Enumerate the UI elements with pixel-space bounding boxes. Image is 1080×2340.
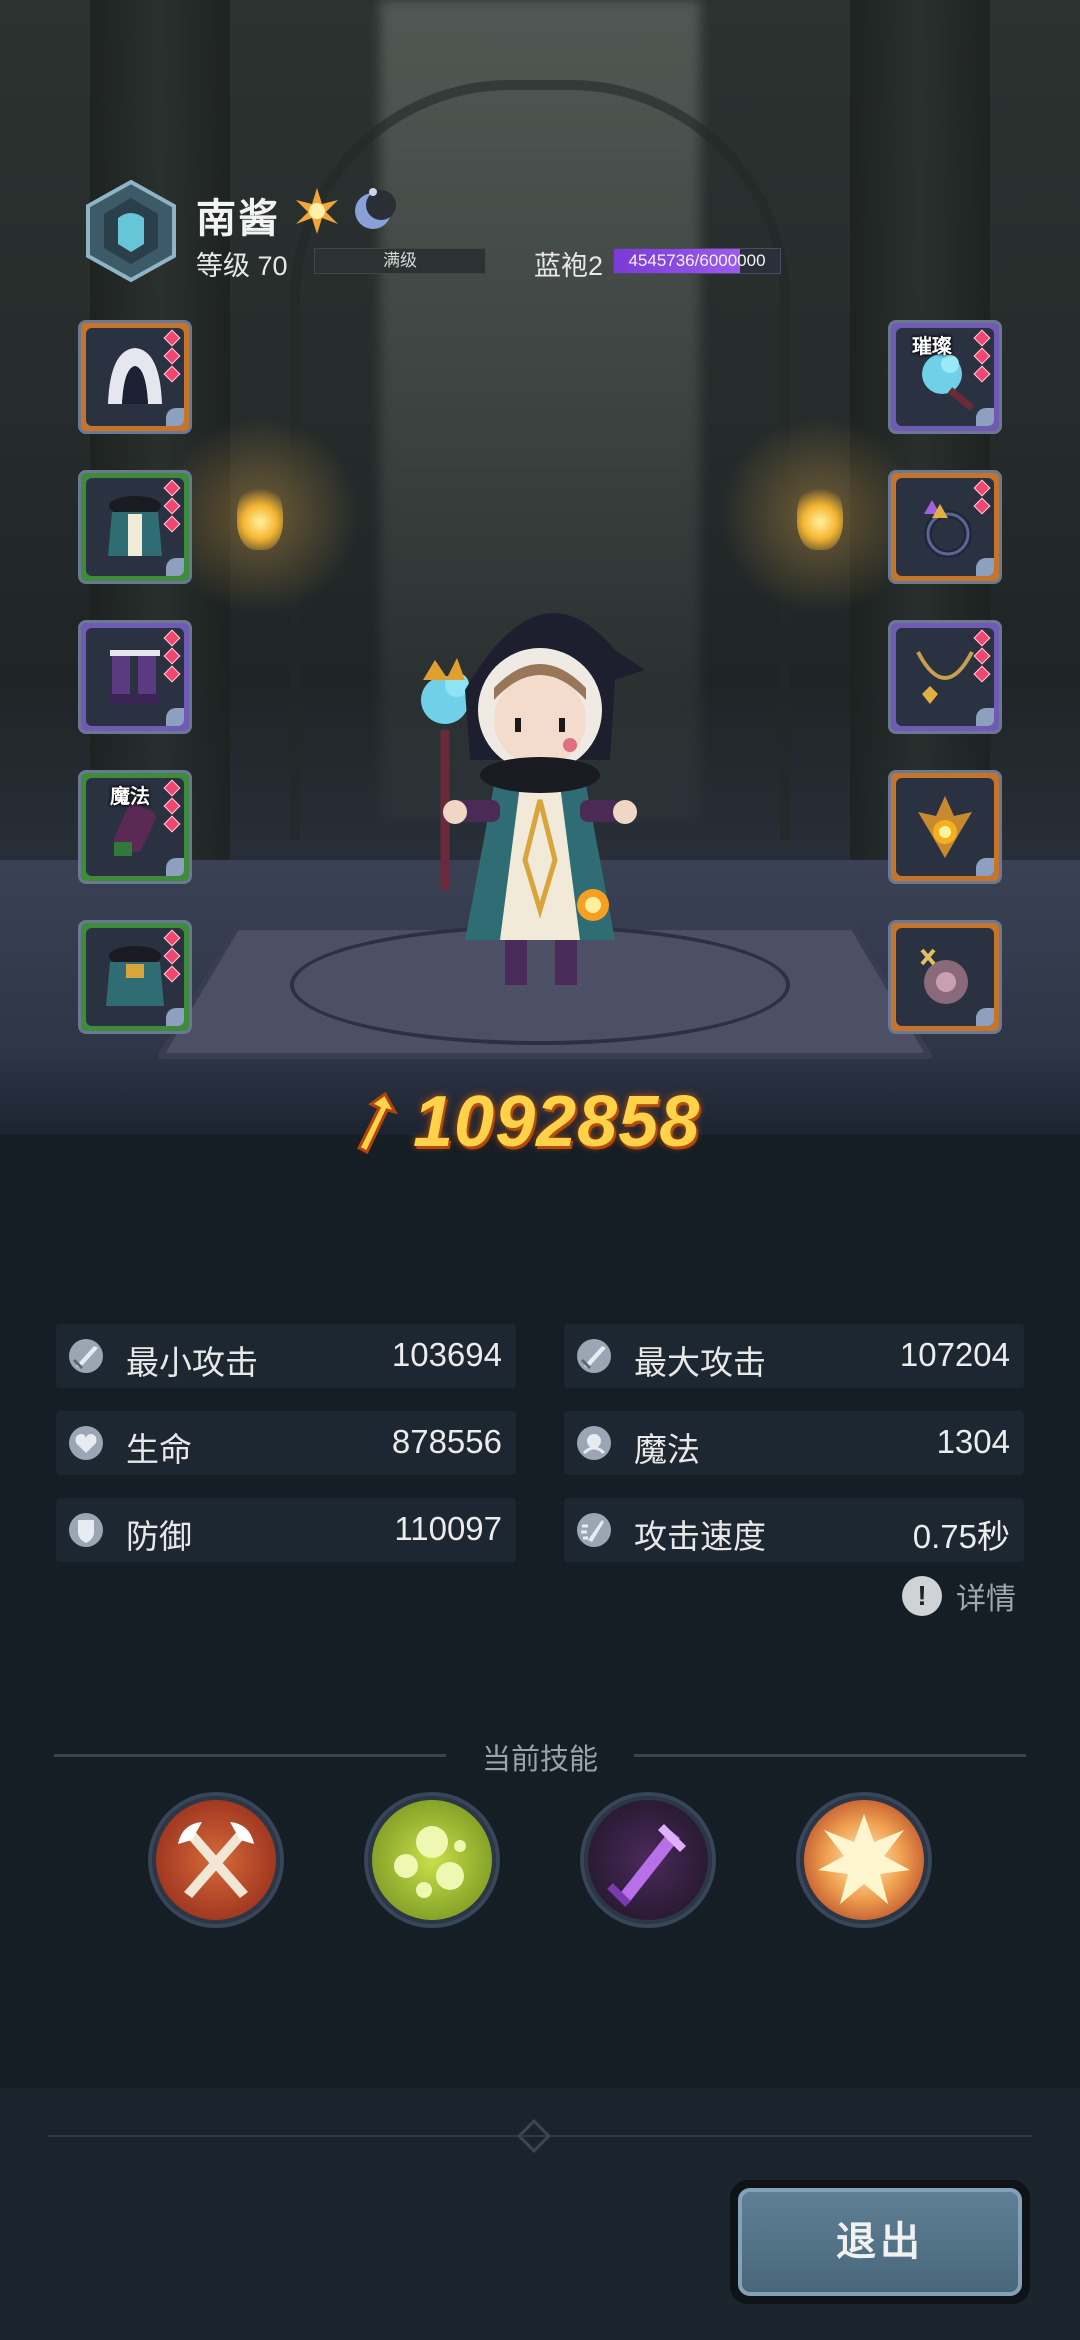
stat-magic: 魔法 1304 bbox=[564, 1411, 1024, 1475]
boots-icon bbox=[110, 650, 160, 704]
sword-icon bbox=[69, 1339, 103, 1373]
class-emblem-icon bbox=[86, 179, 176, 283]
equip-slot-necklace[interactable] bbox=[888, 620, 1002, 734]
info-icon: ! bbox=[902, 1576, 942, 1616]
fire-orb-icon bbox=[918, 796, 972, 858]
equip-slot-staff[interactable]: 璀璨 bbox=[888, 320, 1002, 434]
slot-tag-brilliant: 璀璨 bbox=[912, 336, 952, 358]
stat-attack-speed: 攻击速度 0.75秒 bbox=[564, 1498, 1024, 1562]
magic-icon bbox=[577, 1426, 611, 1460]
necklace-icon bbox=[916, 651, 974, 704]
speed-icon bbox=[577, 1513, 611, 1547]
left-torch-icon bbox=[237, 480, 283, 550]
stat-defense: 防御 110097 bbox=[56, 1498, 516, 1562]
stat-life: 生命 878556 bbox=[56, 1411, 516, 1475]
robe-xp-bar: 4545736/6000000 bbox=[613, 248, 781, 274]
heart-icon bbox=[69, 1426, 103, 1460]
equip-slot-hood[interactable] bbox=[78, 320, 192, 434]
footer-diamond-ornament bbox=[517, 2119, 551, 2153]
equip-slot-ring[interactable] bbox=[888, 470, 1002, 584]
crossed-axes-skill-icon[interactable] bbox=[152, 1796, 280, 1924]
robe-armor-icon bbox=[108, 496, 162, 556]
sun-badge-icon bbox=[296, 188, 338, 234]
explosion-skill-icon[interactable] bbox=[800, 1796, 928, 1924]
detail-button[interactable]: ! 详情 bbox=[902, 1574, 1016, 1618]
shield-icon bbox=[69, 1513, 103, 1547]
equip-slot-robe[interactable] bbox=[78, 470, 192, 584]
stat-min-attack: 最小攻击 103694 bbox=[56, 1324, 516, 1388]
ring-icon bbox=[924, 500, 972, 558]
cloak-icon bbox=[106, 946, 164, 1006]
combat-power-icon bbox=[356, 1091, 398, 1154]
trinket-icon bbox=[920, 948, 968, 1004]
sword-icon bbox=[577, 1339, 611, 1373]
skills-title: 当前技能 bbox=[481, 1744, 598, 1776]
shadow-sword-skill-icon[interactable] bbox=[584, 1796, 712, 1924]
poison-bubbles-skill-icon[interactable] bbox=[368, 1796, 496, 1924]
equip-slot-trinket[interactable] bbox=[888, 920, 1002, 1034]
slot-tag-magic: 魔法 bbox=[110, 786, 150, 808]
robe-label: 蓝袍2 bbox=[534, 251, 604, 281]
exit-label: 退出 bbox=[738, 2188, 1022, 2296]
combat-power-value: 1092858 bbox=[413, 1082, 701, 1162]
equip-slot-cloak[interactable] bbox=[78, 920, 192, 1034]
character-name: 南酱 bbox=[196, 197, 280, 241]
hood-icon bbox=[108, 348, 162, 404]
equip-slot-fire-orb[interactable] bbox=[888, 770, 1002, 884]
equip-slot-gloves[interactable]: 魔法 bbox=[78, 770, 192, 884]
skills-header: 当前技能 bbox=[0, 1734, 1080, 1776]
combat-power: 1092858 bbox=[345, 1082, 700, 1162]
level-status-bar: 满级 bbox=[314, 248, 486, 274]
equip-slot-boots[interactable] bbox=[78, 620, 192, 734]
exit-button[interactable]: 退出 bbox=[730, 2180, 1030, 2304]
right-torch-icon bbox=[797, 480, 843, 550]
detail-label: 详情 bbox=[956, 1583, 1016, 1616]
stat-max-attack: 最大攻击 107204 bbox=[564, 1324, 1024, 1388]
character-header: 南酱 等级 70 满级 蓝袍2 4545736/6000000 bbox=[78, 178, 1018, 288]
level-label: 等级 70 bbox=[196, 251, 288, 281]
moon-badge-icon bbox=[355, 188, 396, 229]
robe-xp-text: 4545736/6000000 bbox=[628, 251, 766, 270]
character-mage bbox=[421, 613, 645, 985]
